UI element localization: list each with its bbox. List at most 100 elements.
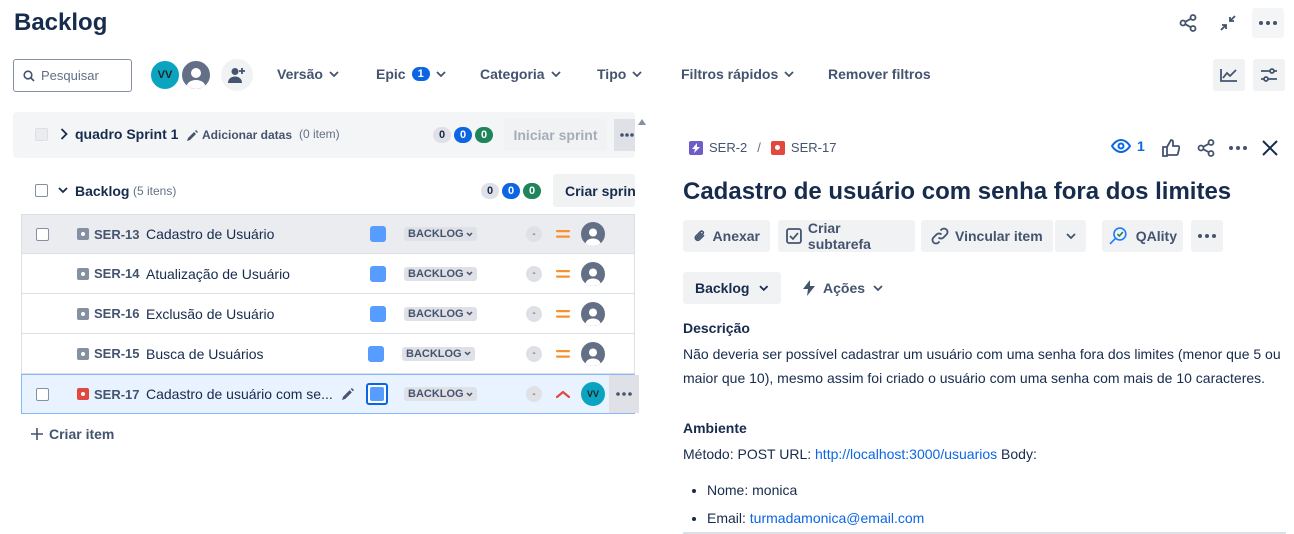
table-row-selected[interactable]: SER-17 Cadastro de usuário com se... BAC… <box>21 374 639 414</box>
backlog-name[interactable]: Backlog <box>75 183 129 199</box>
issue-key-link[interactable]: SER-17 <box>791 140 837 155</box>
inprogress-count: 0 <box>454 127 472 143</box>
scroll-up-icon[interactable] <box>637 118 647 126</box>
close-icon[interactable] <box>1262 140 1278 156</box>
eye-icon <box>1111 139 1131 153</box>
add-dates-button[interactable]: Adicionar datas <box>187 128 292 142</box>
env-url-link[interactable]: http://localhost:3000/usuarios <box>815 446 997 462</box>
assignee-avatar[interactable] <box>581 341 605 366</box>
create-subtask-button[interactable]: Criar subtarefa <box>778 220 915 252</box>
table-row[interactable]: SER-16 Exclusão de Usuário BACKLOG - <box>21 294 635 334</box>
backlog-count: (5 itens) <box>133 184 177 198</box>
more-icon[interactable] <box>1252 8 1284 38</box>
more-icon[interactable] <box>1229 146 1247 150</box>
issue-key[interactable]: SER-17 <box>94 387 140 402</box>
user-icon <box>186 68 206 89</box>
filter-epic[interactable]: Epic 1 <box>376 66 446 82</box>
issue-title[interactable]: Cadastro de usuário com senha fora dos l… <box>683 178 1231 206</box>
sprint-name[interactable]: quadro Sprint 1 <box>75 126 178 142</box>
estimate-badge[interactable]: - <box>526 265 542 282</box>
attach-button[interactable]: Anexar <box>683 220 770 252</box>
row-checkbox[interactable] <box>36 387 49 401</box>
filter-quick-filters[interactable]: Filtros rápidos <box>681 66 794 82</box>
link-item-button[interactable]: Vincular item <box>921 220 1053 252</box>
chevron-down-icon <box>759 285 769 291</box>
actions-dropdown[interactable]: Ações <box>803 280 883 296</box>
more-icon <box>620 133 634 137</box>
row-more-button[interactable] <box>609 375 639 413</box>
assignee-avatar[interactable] <box>581 222 605 246</box>
filter-label: Filtros rápidos <box>681 66 779 82</box>
env-email-link[interactable]: turmadamonica@email.com <box>750 510 925 526</box>
search-input[interactable]: Pesquisar <box>13 59 132 92</box>
parent-issue-link[interactable]: SER-2 <box>709 140 747 155</box>
issue-key[interactable]: SER-13 <box>94 227 140 242</box>
estimate-badge[interactable]: - <box>526 386 542 402</box>
filter-tipo[interactable]: Tipo <box>597 66 642 82</box>
estimate-badge[interactable]: - <box>526 305 542 322</box>
status-dropdown[interactable]: BACKLOG <box>404 266 477 281</box>
list-item: Nome: monica <box>707 476 1283 504</box>
share-icon[interactable] <box>1196 138 1216 158</box>
insights-button[interactable] <box>1213 59 1245 91</box>
status-dropdown[interactable]: BACKLOG <box>402 346 475 361</box>
watch-button[interactable]: 1 <box>1111 138 1145 154</box>
thumbs-up-icon[interactable] <box>1162 139 1180 157</box>
backlog-checkbox[interactable] <box>35 184 48 197</box>
story-type-icon <box>689 140 703 155</box>
status-dropdown[interactable]: BACKLOG <box>404 227 477 241</box>
chevron-down-icon <box>329 71 339 77</box>
filter-versao[interactable]: Versão <box>277 66 339 82</box>
more-actions-button[interactable] <box>1191 220 1223 252</box>
table-row[interactable]: SER-14 Atualização de Usuário BACKLOG - <box>21 254 635 294</box>
paperclip-icon <box>694 230 705 242</box>
filter-categoria[interactable]: Categoria <box>480 66 561 82</box>
qality-button[interactable]: QAlity <box>1102 220 1183 252</box>
issue-summary[interactable]: Cadastro de usuário com se... <box>146 386 333 402</box>
sprint-checkbox[interactable] <box>35 128 48 141</box>
table-row[interactable]: SER-15 Busca de Usuários BACKLOG - <box>21 334 635 374</box>
estimate-badge[interactable]: - <box>526 345 542 362</box>
assignee-avatar[interactable] <box>581 261 605 286</box>
qality-label: QAlity <box>1135 228 1177 244</box>
search-placeholder: Pesquisar <box>41 68 99 83</box>
issue-key[interactable]: SER-15 <box>94 346 140 361</box>
table-row[interactable]: SER-13 Cadastro de Usuário BACKLOG - <box>21 214 635 254</box>
chevron-right-icon[interactable] <box>60 128 68 140</box>
link-dropdown-button[interactable] <box>1055 220 1086 252</box>
collapse-icon[interactable] <box>1212 8 1244 38</box>
sprint-more-button[interactable] <box>614 119 635 151</box>
status-dropdown[interactable]: BACKLOG <box>404 387 477 401</box>
pencil-icon[interactable] <box>342 388 354 400</box>
issue-summary[interactable]: Cadastro de Usuário <box>146 226 274 242</box>
environment-heading: Ambiente <box>683 420 747 436</box>
actions-label: Ações <box>823 280 866 296</box>
issue-summary[interactable]: Busca de Usuários <box>146 346 264 362</box>
issue-key[interactable]: SER-16 <box>94 306 140 321</box>
add-user-button[interactable] <box>221 59 253 91</box>
clear-filters-label: Remover filtros <box>828 66 931 82</box>
status-dropdown[interactable]: BACKLOG <box>404 306 477 321</box>
share-icon[interactable] <box>1172 8 1204 38</box>
assignee-avatar[interactable] <box>581 301 605 326</box>
issue-summary[interactable]: Exclusão de Usuário <box>146 306 274 322</box>
clear-filters-button[interactable]: Remover filtros <box>828 66 931 82</box>
epic-color-icon[interactable] <box>366 383 388 405</box>
status-dropdown[interactable]: Backlog <box>683 272 781 304</box>
create-item-button[interactable]: Criar item <box>31 426 114 442</box>
user-icon <box>585 268 601 286</box>
row-checkbox[interactable] <box>36 227 49 241</box>
create-sprint-button[interactable]: Criar sprint <box>553 174 635 207</box>
description-text[interactable]: Não deveria ser possível cadastrar um us… <box>683 342 1283 390</box>
assignee-avatar[interactable]: VV <box>581 382 605 406</box>
chevron-down-icon[interactable] <box>58 187 68 194</box>
estimate-badge[interactable]: - <box>526 226 542 242</box>
issue-summary[interactable]: Atualização de Usuário <box>146 266 290 282</box>
issue-key[interactable]: SER-14 <box>94 266 140 281</box>
avatar-vv[interactable]: VV <box>149 59 181 91</box>
assignee-initials: VV <box>586 389 599 399</box>
more-icon <box>1198 234 1216 238</box>
view-settings-button[interactable] <box>1253 59 1285 91</box>
avatar-generic[interactable] <box>180 59 212 91</box>
start-sprint-button[interactable]: Iniciar sprint <box>504 119 607 151</box>
